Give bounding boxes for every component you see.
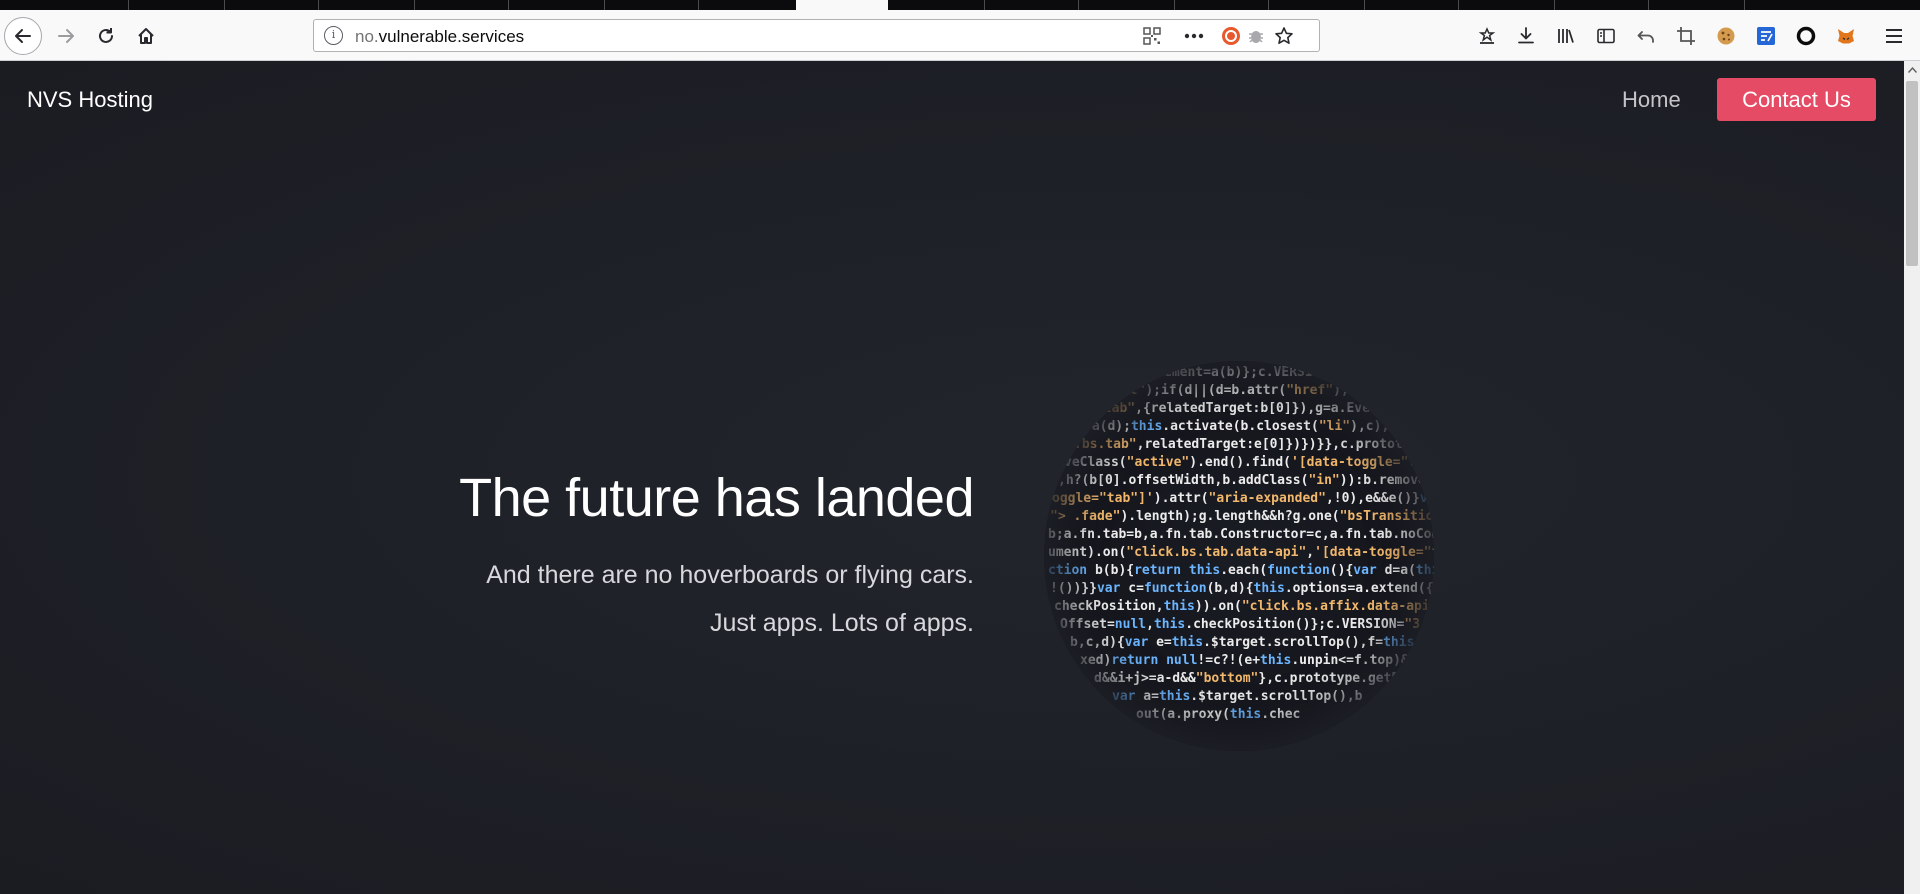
back-arrow-icon[interactable] [4, 17, 42, 55]
crop-icon[interactable] [1670, 20, 1702, 52]
save-to-pocket-icon[interactable] [1471, 20, 1503, 52]
tab-strip [0, 0, 1920, 10]
bug-icon[interactable] [1244, 24, 1268, 48]
library-icon[interactable] [1550, 20, 1582, 52]
tab-divider [318, 0, 319, 10]
tab-divider [1458, 0, 1459, 10]
tab-divider [698, 0, 699, 10]
fox-icon[interactable] [1830, 20, 1862, 52]
tab-divider [414, 0, 415, 10]
hamburger-menu-icon[interactable] [1878, 20, 1910, 52]
info-icon[interactable]: i [324, 26, 343, 45]
tab-divider [508, 0, 509, 10]
notes-icon[interactable] [1750, 20, 1782, 52]
qr-code-icon[interactable] [1140, 24, 1164, 48]
tab-divider [984, 0, 985, 10]
star-icon[interactable] [1272, 24, 1296, 48]
tab-divider [1078, 0, 1079, 10]
hero-code-image: ement=a(b)};c.VERSION= get");if(d||(d=b.… [1044, 361, 1434, 751]
undo-icon[interactable] [1630, 20, 1662, 52]
hero-subtitle-line-2: Just apps. Lots of apps. [709, 609, 974, 637]
tab-divider [1648, 0, 1649, 10]
forward-arrow-icon[interactable] [50, 20, 82, 52]
tab-divider [1554, 0, 1555, 10]
hero-subtitle-line-1: And there are no hoverboards or flying c… [486, 561, 974, 589]
web-page: NVS Hosting Home Contact Us The future h… [0, 61, 1904, 894]
scroll-up-arrow-icon[interactable] [1904, 61, 1920, 78]
tab-divider [604, 0, 605, 10]
hero-title: The future has landed [459, 468, 974, 528]
tab-divider [1744, 0, 1745, 10]
tab-divider [128, 0, 129, 10]
scrollbar-thumb[interactable] [1906, 81, 1918, 266]
tab-divider [1268, 0, 1269, 10]
sidebar-icon[interactable] [1590, 20, 1622, 52]
active-tab[interactable] [796, 0, 888, 10]
address-bar[interactable]: i no.vulnerable.services [313, 19, 1320, 52]
tab-divider [1174, 0, 1175, 10]
nav-link-home[interactable]: Home [1622, 87, 1681, 113]
download-icon[interactable] [1510, 20, 1542, 52]
tab-divider [1364, 0, 1365, 10]
reload-icon[interactable] [90, 20, 122, 52]
home-icon[interactable] [130, 20, 162, 52]
url-subdomain: no. [355, 27, 379, 46]
cookie-icon[interactable] [1710, 20, 1742, 52]
tab-divider [224, 0, 225, 10]
brand-logo-text[interactable]: NVS Hosting [27, 87, 153, 113]
ring-icon[interactable] [1790, 20, 1822, 52]
browser-toolbar: i no.vulnerable.services [0, 10, 1920, 61]
more-dots-icon[interactable] [1182, 24, 1206, 48]
ublock-icon[interactable] [1219, 24, 1243, 48]
page-scrollbar[interactable] [1904, 61, 1920, 894]
contact-us-button[interactable]: Contact Us [1717, 78, 1876, 121]
url-text[interactable]: no.vulnerable.services [355, 27, 524, 47]
url-domain: vulnerable.services [378, 27, 525, 46]
